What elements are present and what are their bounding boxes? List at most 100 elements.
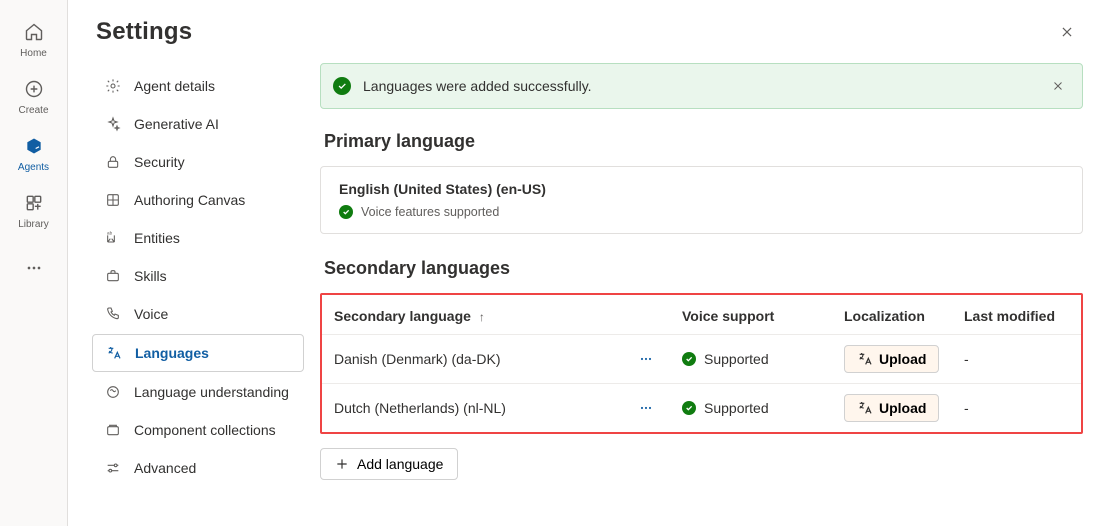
nav-create-label: Create (18, 105, 48, 116)
row-more-button[interactable] (634, 396, 658, 420)
side-voice[interactable]: Voice (92, 296, 304, 332)
row-more-button[interactable] (634, 347, 658, 371)
check-circle-icon (682, 401, 696, 415)
upload-label: Upload (879, 351, 926, 367)
nav-home[interactable]: Home (0, 10, 67, 67)
side-component-collections[interactable]: Component collections (92, 412, 304, 448)
cell-last-modified: - (952, 335, 1081, 384)
translate-icon (857, 400, 873, 416)
add-language-label: Add language (357, 456, 443, 472)
translate-icon (105, 344, 123, 362)
secondary-heading: Secondary languages (324, 258, 1083, 279)
lock-icon (104, 153, 122, 171)
table-row: Danish (Denmark) (da-DK) Supported (322, 335, 1081, 384)
cell-language-name: Danish (Denmark) (da-DK) (322, 335, 622, 384)
content-row: Agent details Generative AI Security Aut… (68, 56, 1111, 526)
col-language-label: Secondary language (334, 308, 471, 324)
side-label: Agent details (134, 78, 215, 94)
library-icon (20, 189, 48, 217)
more-horizontal-icon (20, 254, 48, 282)
nav-home-label: Home (20, 48, 47, 59)
voice-support-label: Supported (704, 400, 769, 416)
side-languages[interactable]: Languages (92, 334, 304, 372)
upload-button[interactable]: Upload (844, 345, 939, 373)
check-circle-icon (333, 77, 351, 95)
primary-heading: Primary language (324, 131, 1083, 152)
side-label: Language understanding (134, 384, 289, 400)
side-label: Generative AI (134, 116, 219, 132)
sparkle-icon (104, 115, 122, 133)
nav-library-label: Library (18, 219, 49, 230)
add-language-button[interactable]: Add language (320, 448, 458, 480)
home-icon (20, 18, 48, 46)
more-horizontal-icon (638, 351, 654, 367)
nav-library[interactable]: Library (0, 181, 67, 238)
check-circle-icon (682, 352, 696, 366)
table-row: Dutch (Netherlands) (nl-NL) Supported (322, 384, 1081, 433)
side-label: Skills (134, 268, 167, 284)
alert-close-button[interactable] (1046, 74, 1070, 98)
side-label: Languages (135, 345, 209, 361)
nav-agents-label: Agents (18, 162, 49, 173)
voice-support-label: Supported (704, 351, 769, 367)
col-voice-header[interactable]: Voice support (670, 295, 832, 335)
side-skills[interactable]: Skills (92, 258, 304, 294)
brain-icon (104, 383, 122, 401)
entity-icon: ab (104, 229, 122, 247)
cell-language-name: Dutch (Netherlands) (nl-NL) (322, 384, 622, 433)
side-language-understanding[interactable]: Language understanding (92, 374, 304, 410)
nav-create[interactable]: Create (0, 67, 67, 124)
col-modified-header[interactable]: Last modified (952, 295, 1081, 335)
side-label: Authoring Canvas (134, 192, 245, 208)
sort-asc-icon: ↑ (479, 310, 485, 324)
more-horizontal-icon (638, 400, 654, 416)
secondary-languages-table: Secondary language ↑ Voice support Local… (322, 295, 1081, 432)
svg-text:ab: ab (107, 231, 113, 236)
col-language-header[interactable]: Secondary language ↑ (322, 295, 622, 335)
settings-nav: Agent details Generative AI Security Aut… (68, 56, 320, 526)
success-alert: Languages were added successfully. (320, 63, 1083, 109)
briefcase-icon (104, 267, 122, 285)
collection-icon (104, 421, 122, 439)
side-advanced[interactable]: Advanced (92, 450, 304, 486)
upload-button[interactable]: Upload (844, 394, 939, 422)
close-icon (1060, 25, 1074, 39)
voice-support-cell: Supported (682, 400, 820, 416)
upload-label: Upload (879, 400, 926, 416)
plus-icon (335, 457, 349, 471)
global-nav-rail: Home Create Agents Library (0, 0, 68, 526)
plus-circle-icon (20, 75, 48, 103)
side-entities[interactable]: ab Entities (92, 220, 304, 256)
close-icon (1052, 80, 1064, 92)
page-title: Settings (96, 18, 192, 46)
col-localization-header[interactable]: Localization (832, 295, 952, 335)
secondary-languages-table-highlight: Secondary language ↑ Voice support Local… (320, 293, 1083, 434)
primary-language-card: English (United States) (en-US) Voice fe… (320, 166, 1083, 234)
side-label: Security (134, 154, 185, 170)
grid-icon (104, 191, 122, 209)
side-security[interactable]: Security (92, 144, 304, 180)
phone-icon (104, 305, 122, 323)
col-actions-header (622, 295, 670, 335)
agent-icon (20, 132, 48, 160)
primary-voice-status: Voice features supported (339, 205, 1064, 219)
side-label: Component collections (134, 422, 276, 438)
alert-text: Languages were added successfully. (363, 78, 1046, 94)
close-button[interactable] (1051, 16, 1083, 48)
primary-language-name: English (United States) (en-US) (339, 181, 1064, 197)
primary-voice-status-text: Voice features supported (361, 205, 499, 219)
cell-last-modified: - (952, 384, 1081, 433)
gear-icon (104, 77, 122, 95)
nav-agents[interactable]: Agents (0, 124, 67, 181)
side-authoring-canvas[interactable]: Authoring Canvas (92, 182, 304, 218)
translate-icon (857, 351, 873, 367)
page-header: Settings (68, 0, 1111, 56)
settings-panel: Languages were added successfully. Prima… (320, 56, 1111, 526)
nav-overflow[interactable] (0, 246, 67, 290)
side-label: Advanced (134, 460, 196, 476)
side-generative-ai[interactable]: Generative AI (92, 106, 304, 142)
side-label: Entities (134, 230, 180, 246)
check-circle-icon (339, 205, 353, 219)
sliders-icon (104, 459, 122, 477)
side-agent-details[interactable]: Agent details (92, 68, 304, 104)
